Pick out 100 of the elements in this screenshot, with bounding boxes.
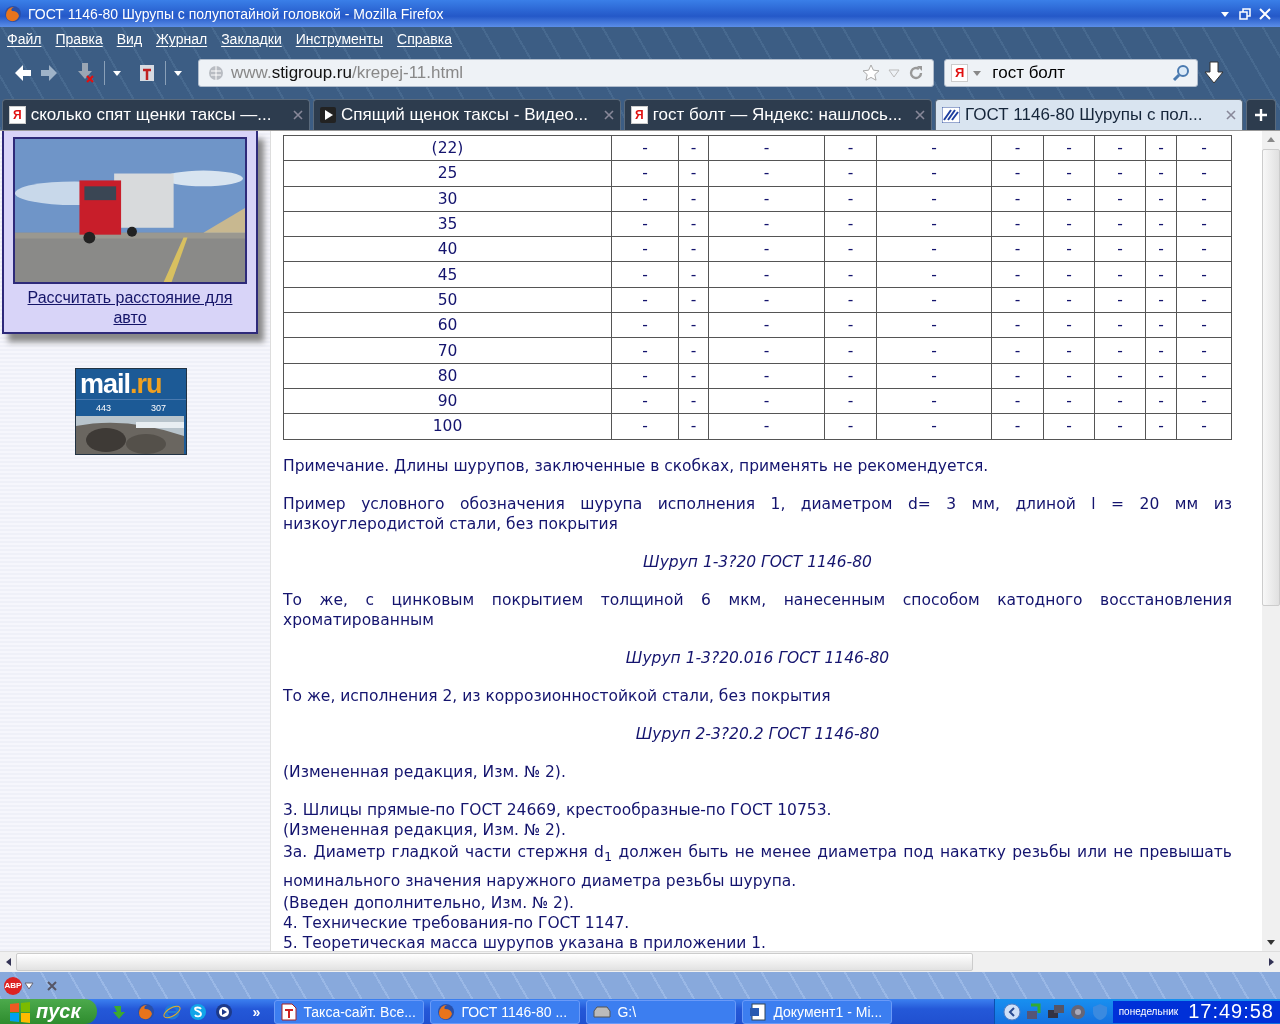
table-cell: - bbox=[824, 236, 877, 262]
visit-count: 307 bbox=[151, 403, 166, 413]
table-cell: - bbox=[991, 135, 1044, 161]
table-cell: - bbox=[708, 287, 825, 313]
table-cell: - bbox=[876, 211, 992, 237]
table-cell: - bbox=[678, 186, 709, 212]
table-cell: - bbox=[1176, 262, 1232, 288]
table-cell: 70 bbox=[283, 337, 612, 364]
firefox-icon[interactable] bbox=[136, 1002, 155, 1021]
download-arrow-icon[interactable] bbox=[1202, 60, 1226, 86]
table-cell: - bbox=[876, 135, 992, 161]
browser-tab[interactable]: Я сколько спят щенки таксы —... bbox=[2, 99, 310, 130]
table-cell: - bbox=[1145, 160, 1177, 187]
monitors-icon[interactable] bbox=[1046, 1002, 1065, 1021]
adblock-button[interactable]: ABP bbox=[4, 976, 22, 995]
browser-tab[interactable]: Я гост болт — Яндекс: нашлось... bbox=[624, 99, 932, 130]
browser-tab[interactable]: Спящий щенок таксы - Видео... bbox=[313, 99, 621, 130]
table-cell: - bbox=[708, 236, 825, 262]
vertical-scrollbar[interactable] bbox=[1262, 131, 1280, 951]
table-cell: - bbox=[1043, 337, 1095, 364]
menu-item[interactable]: Справка bbox=[397, 31, 452, 47]
menu-item[interactable]: Файл bbox=[7, 31, 42, 47]
paragraph: 3а. Диаметр гладкой части стержня d$_{1}$ должен быть не менее диаметра под накатку резьбы или не превышать номинального значения наружного диаметра резьбы шурупа. bbox=[283, 841, 1232, 892]
yandex-logo: Я bbox=[951, 64, 969, 82]
right-arrow-icon[interactable] bbox=[1268, 957, 1276, 967]
browser-tab[interactable]: ГОСТ 1146-80 Шурупы с пол... bbox=[935, 99, 1243, 130]
table-cell: - bbox=[876, 160, 992, 187]
table-cell: - bbox=[678, 236, 709, 262]
table-cell: - bbox=[1145, 262, 1177, 288]
close-icon[interactable] bbox=[46, 979, 58, 992]
mail-logo: mail.ru bbox=[79, 369, 163, 399]
horizontal-scrollbar[interactable] bbox=[0, 951, 1280, 972]
caret-icon[interactable] bbox=[24, 981, 34, 990]
table-cell: - bbox=[1043, 413, 1095, 440]
left-arrow-icon[interactable] bbox=[4, 957, 12, 967]
paragraph: Пример условного обозначения шурупа исполнения 1, диаметром d= 3 мм, длиной l = 20 мм из низкоуглеродистой стали, без покрытия bbox=[283, 493, 1232, 534]
restore-icon[interactable] bbox=[1238, 6, 1252, 21]
plus-icon bbox=[1254, 108, 1268, 122]
search-field[interactable]: Я гост болт bbox=[944, 59, 1198, 87]
table-cell: 25 bbox=[283, 160, 612, 187]
start-button[interactable]: пуск bbox=[0, 999, 97, 1024]
table-cell: - bbox=[1043, 135, 1095, 161]
table-cell: - bbox=[876, 236, 992, 262]
new-tab-button[interactable] bbox=[1246, 99, 1276, 130]
taskbar-button[interactable]: ГОСТ 1146-80 ... bbox=[430, 999, 581, 1024]
table-cell: - bbox=[611, 413, 679, 440]
address-field[interactable]: www.stigroup.ru/krepej-11.html bbox=[198, 59, 934, 87]
menu-item[interactable]: Правка bbox=[55, 31, 103, 47]
scroll-thumb[interactable] bbox=[1262, 149, 1280, 606]
mail-counter[interactable]: mail.ru 443 307 bbox=[75, 368, 187, 455]
menu-item[interactable]: Закладки bbox=[221, 31, 282, 47]
table-cell: - bbox=[1043, 287, 1095, 313]
table-cell: - bbox=[1094, 312, 1146, 338]
down-arrow-icon[interactable] bbox=[1266, 939, 1276, 947]
close-icon[interactable] bbox=[604, 110, 614, 120]
table-cell: - bbox=[824, 287, 877, 313]
forward-icon[interactable] bbox=[38, 62, 60, 84]
table-cell: - bbox=[991, 312, 1044, 338]
reload-icon[interactable] bbox=[907, 64, 925, 82]
text-line: 4. Технические требования-по ГОСТ 1147. bbox=[283, 912, 631, 933]
internet-explorer-icon[interactable] bbox=[162, 1002, 181, 1021]
taskbar-button[interactable]: G:\ bbox=[586, 999, 737, 1024]
caret-icon[interactable] bbox=[972, 68, 983, 78]
scroll-thumb[interactable] bbox=[16, 953, 973, 971]
up-arrow-icon[interactable] bbox=[1266, 135, 1276, 143]
star-icon[interactable] bbox=[861, 63, 881, 83]
taskbar-button[interactable]: Документ1 - Mi... bbox=[742, 999, 893, 1024]
table-cell: - bbox=[1043, 312, 1095, 338]
media-player-icon[interactable] bbox=[214, 1002, 233, 1021]
table-cell: - bbox=[708, 262, 825, 288]
close-icon[interactable] bbox=[1226, 110, 1236, 120]
table-cell: - bbox=[678, 363, 709, 389]
taskbar-button[interactable]: Такса-сайт. Все... bbox=[274, 999, 425, 1024]
speaker-icon[interactable] bbox=[1068, 1002, 1087, 1021]
table-cell: - bbox=[678, 262, 709, 288]
menu-item[interactable]: Журнал bbox=[156, 31, 208, 47]
table-cell: 90 bbox=[283, 388, 612, 414]
table-cell: - bbox=[611, 363, 679, 389]
table-cell: - bbox=[1145, 337, 1177, 364]
table-cell: - bbox=[991, 160, 1044, 187]
site-logo-icon bbox=[942, 107, 960, 123]
menu-item[interactable]: Вид bbox=[116, 31, 143, 47]
table-cell: - bbox=[824, 388, 877, 414]
table-cell: - bbox=[611, 337, 679, 364]
table-cell: - bbox=[708, 135, 825, 161]
skype-icon[interactable] bbox=[188, 1002, 207, 1021]
table-cell: - bbox=[708, 160, 825, 187]
table-cell: - bbox=[1043, 186, 1095, 212]
menu-item[interactable]: Инструменты bbox=[295, 31, 384, 47]
table-cell: - bbox=[1145, 211, 1177, 237]
table-cell: - bbox=[876, 337, 992, 364]
close-icon[interactable] bbox=[293, 110, 303, 120]
table-cell: - bbox=[611, 312, 679, 338]
chevron-left-icon[interactable] bbox=[1002, 1002, 1021, 1021]
close-icon[interactable] bbox=[915, 110, 925, 120]
table-cell: - bbox=[611, 388, 679, 414]
more-button[interactable]: » bbox=[252, 1003, 261, 1020]
search-icon[interactable] bbox=[1171, 63, 1191, 83]
distance-link[interactable]: Рассчитать расстояние для авто bbox=[13, 288, 247, 328]
table-cell: - bbox=[1094, 186, 1146, 212]
